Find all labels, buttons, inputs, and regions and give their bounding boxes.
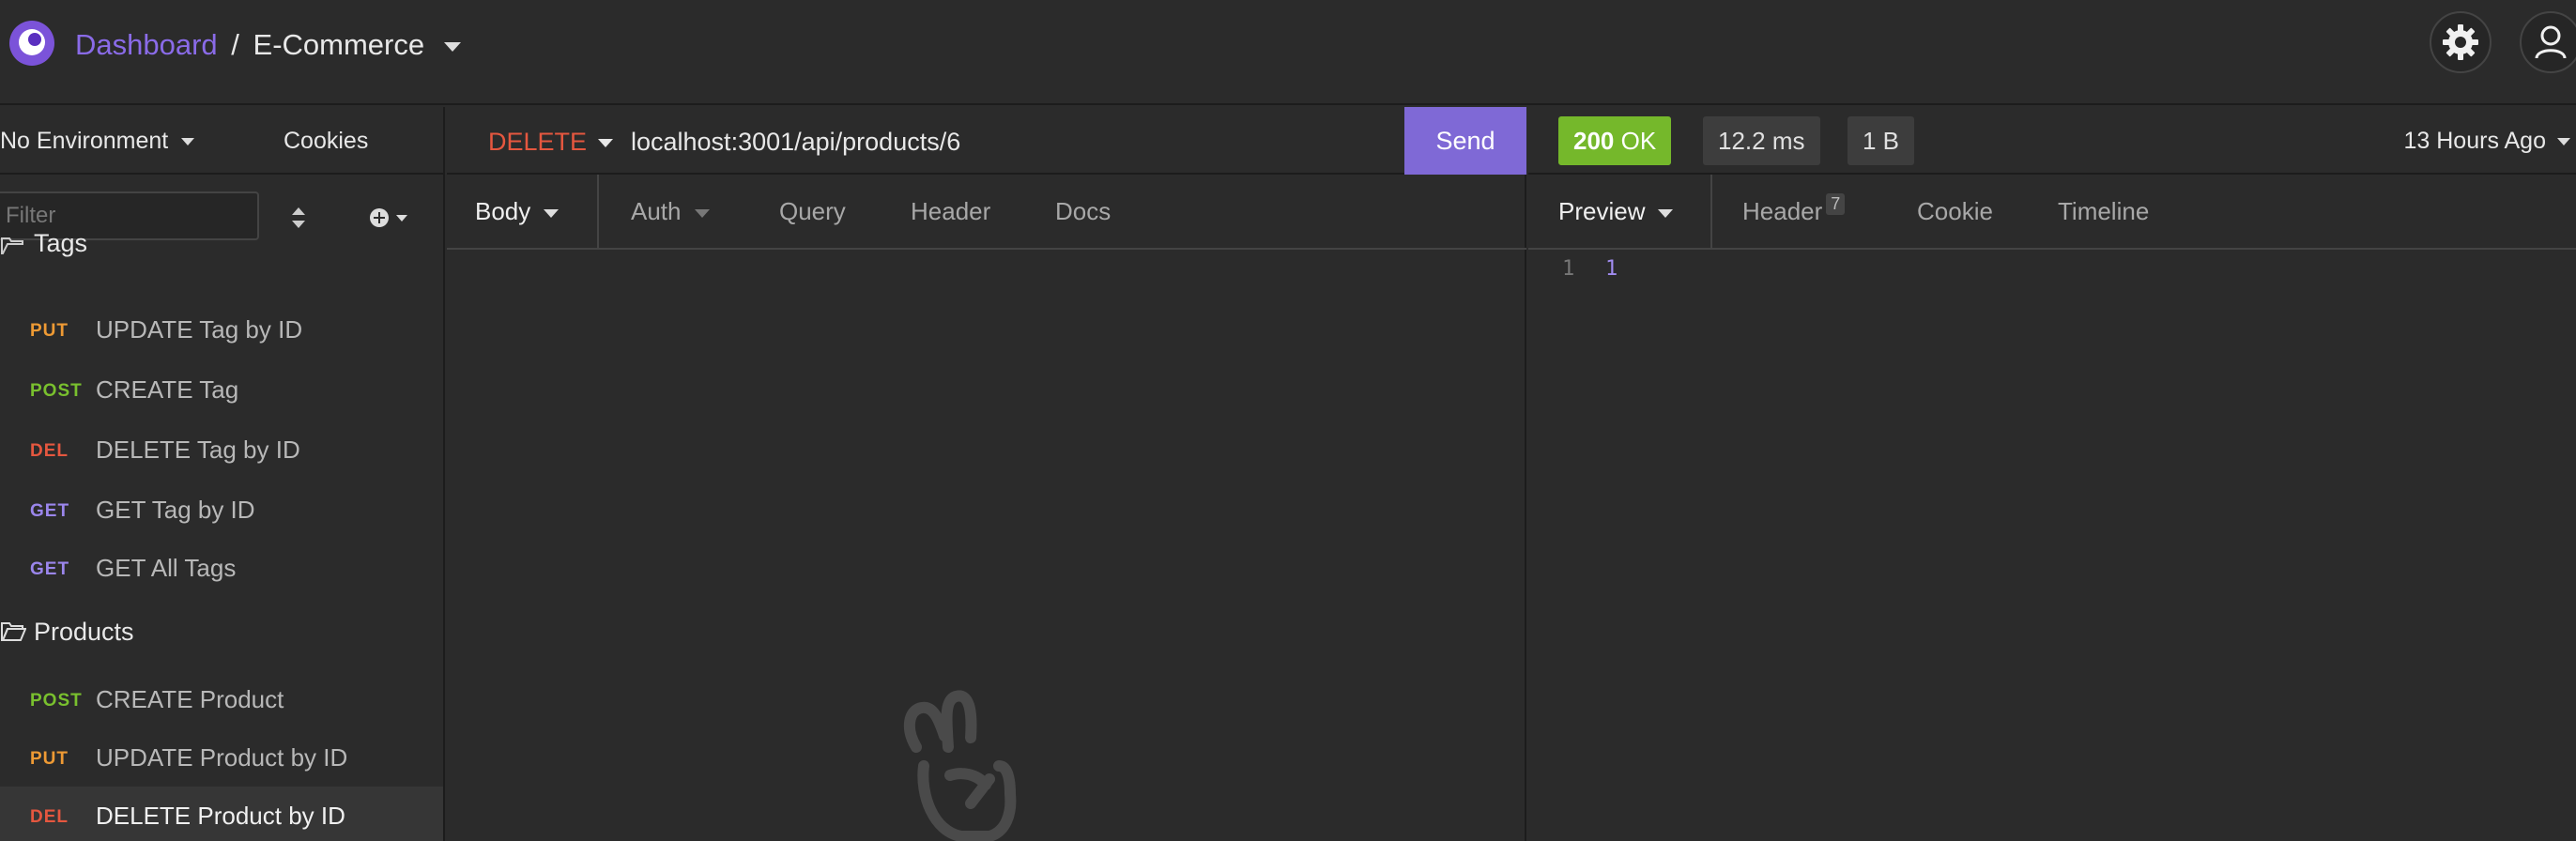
response-time-badge: 12.2 ms	[1703, 116, 1820, 165]
time-ago-label: 13 Hours Ago	[2403, 128, 2547, 154]
tab-preview[interactable]: Preview	[1528, 175, 1712, 250]
request-item[interactable]: GET GET Tag by ID	[0, 481, 443, 539]
chevron-down-icon	[1658, 208, 1674, 218]
user-icon	[2535, 25, 2567, 59]
chevron-down-icon	[2557, 138, 2570, 146]
account-button[interactable]	[2520, 11, 2576, 73]
tab-auth[interactable]: Auth	[631, 175, 710, 250]
send-button[interactable]: Send	[1404, 107, 1526, 175]
top-bar: Dashboard / E-Commerce	[0, 0, 2576, 105]
response-body-value: 1	[1605, 257, 1618, 281]
folder-open-icon	[1, 237, 23, 254]
breadcrumb: Dashboard / E-Commerce	[75, 26, 461, 64]
response-body-line: 11	[1562, 257, 1618, 281]
environment-selector[interactable]: No Environment	[0, 128, 195, 155]
line-number: 1	[1562, 257, 1575, 281]
chevron-down-icon	[598, 139, 614, 148]
tab-header[interactable]: Header	[911, 175, 990, 250]
request-label: DELETE Product by ID	[96, 802, 345, 830]
folder-open-icon	[1, 622, 26, 641]
tab-label: Docs	[1055, 197, 1112, 225]
tab-label: Auth	[631, 197, 682, 225]
request-label: UPDATE Product by ID	[96, 743, 348, 772]
folder-tags[interactable]: Tags	[0, 229, 443, 282]
folder-label: Products	[34, 618, 134, 646]
environment-label: No Environment	[0, 128, 169, 154]
request-item[interactable]: POST CREATE Tag	[0, 360, 443, 419]
method-badge: DEL	[30, 441, 69, 461]
tab-label: Header	[911, 197, 991, 225]
request-label: DELETE Tag by ID	[96, 436, 300, 464]
cookies-button[interactable]: Cookies	[284, 128, 368, 155]
project-name[interactable]: E-Commerce	[253, 28, 425, 61]
tab-response-header[interactable]: Header 7	[1742, 175, 1846, 250]
method-badge: GET	[30, 559, 70, 579]
sidebar: No Environment Cookies Tags PUT UPDATE T…	[0, 107, 445, 841]
environment-row: No Environment Cookies	[0, 107, 443, 175]
request-tabs: Body Auth Query Header Docs	[447, 175, 1526, 250]
method-badge: GET	[30, 501, 70, 521]
breadcrumb-dashboard-link[interactable]: Dashboard	[75, 28, 218, 61]
request-item[interactable]: POST CREATE Product	[0, 670, 443, 728]
tab-label: Preview	[1558, 197, 1646, 225]
tab-timeline[interactable]: Timeline	[2058, 175, 2149, 250]
request-label: GET All Tags	[96, 554, 237, 582]
request-label: CREATE Tag	[96, 375, 239, 404]
chevron-down-icon	[694, 208, 710, 218]
url-input[interactable]: localhost:3001/api/products/6	[631, 128, 960, 157]
request-label: CREATE Product	[96, 685, 284, 713]
request-item[interactable]: PUT UPDATE Product by ID	[0, 728, 443, 787]
tab-cookie[interactable]: Cookie	[1917, 175, 1993, 250]
request-pane: DELETE localhost:3001/api/products/6 Sen…	[447, 107, 1526, 841]
request-item-active[interactable]: DEL DELETE Product by ID	[0, 787, 443, 841]
method-badge: PUT	[30, 321, 69, 341]
tab-body[interactable]: Body	[447, 175, 599, 250]
status-bar: 200 OK 12.2 ms 1 B 13 Hours Ago	[1528, 107, 2576, 175]
request-item[interactable]: DEL DELETE Tag by ID	[0, 420, 443, 479]
request-item[interactable]: GET GET All Tags	[0, 539, 443, 597]
status-code: 200	[1573, 127, 1615, 155]
method-selector[interactable]: DELETE	[488, 128, 614, 157]
add-request-icon[interactable]	[366, 205, 415, 231]
status-badge: 200 OK	[1558, 116, 1672, 165]
request-label: UPDATE Tag by ID	[96, 315, 303, 344]
history-dropdown[interactable]: 13 Hours Ago	[2403, 128, 2570, 155]
response-pane: 200 OK 12.2 ms 1 B 13 Hours Ago Preview …	[1528, 107, 2576, 841]
settings-button[interactable]	[2430, 11, 2492, 73]
response-size-badge: 1 B	[1848, 116, 1915, 165]
tab-label: Header	[1742, 197, 1823, 225]
method-badge: POST	[30, 381, 83, 401]
folder-products[interactable]: Products	[0, 610, 443, 657]
chevron-down-icon	[544, 208, 560, 218]
tab-label: Cookie	[1917, 197, 1993, 225]
tab-docs[interactable]: Docs	[1055, 175, 1111, 250]
request-item[interactable]: PUT UPDATE Tag by ID	[0, 300, 443, 359]
url-bar: DELETE localhost:3001/api/products/6 Sen…	[447, 107, 1526, 175]
header-count-badge: 7	[1826, 193, 1846, 215]
method-badge: DEL	[30, 807, 69, 827]
peace-hand-icon	[903, 690, 1017, 841]
method-badge: PUT	[30, 749, 69, 769]
chevron-down-icon	[181, 138, 195, 146]
request-label: GET Tag by ID	[96, 496, 255, 524]
tab-query[interactable]: Query	[779, 175, 846, 250]
project-dropdown-chevron-icon[interactable]	[443, 41, 461, 52]
tab-label: Query	[779, 197, 846, 225]
gear-icon	[2443, 24, 2478, 60]
breadcrumb-separator: /	[231, 28, 239, 61]
tab-label: Timeline	[2058, 197, 2150, 225]
method-label: DELETE	[488, 128, 588, 156]
status-text: OK	[1620, 127, 1657, 155]
folder-label: Tags	[34, 229, 88, 257]
tab-label: Body	[475, 197, 531, 225]
sort-icon[interactable]	[287, 205, 310, 231]
app-logo-icon[interactable]	[9, 21, 54, 66]
response-tabs: Preview Header 7 Cookie Timeline	[1528, 175, 2576, 250]
method-badge: POST	[30, 691, 83, 711]
